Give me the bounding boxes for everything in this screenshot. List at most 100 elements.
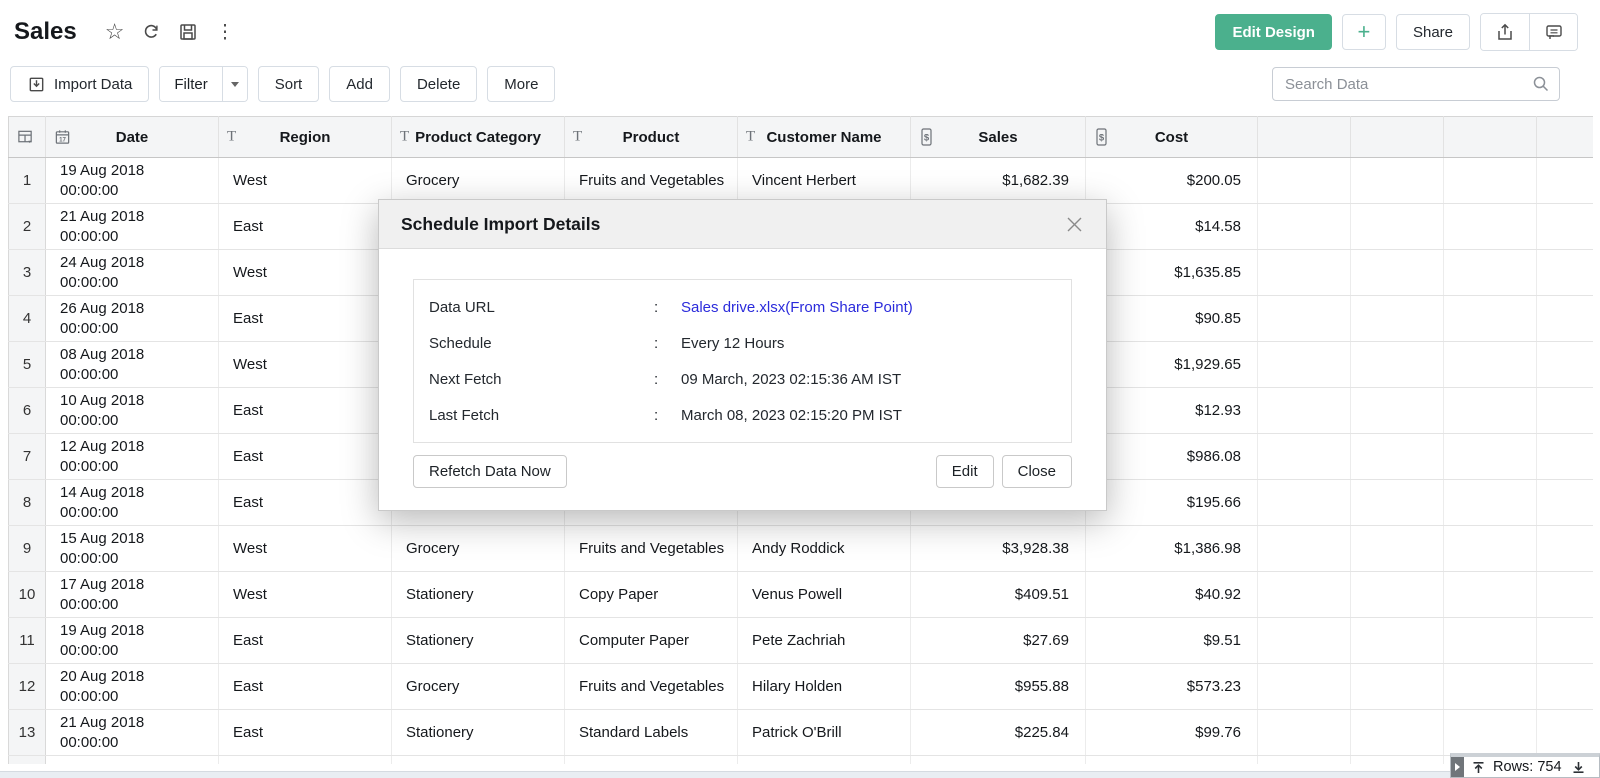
cell-empty[interactable] [1537, 250, 1594, 296]
cell-row-number[interactable]: 3 [9, 250, 46, 296]
cell-cost[interactable]: $1,386.98 [1086, 526, 1258, 572]
cell-empty[interactable] [1444, 388, 1537, 434]
cell-region[interactable]: East [219, 710, 392, 756]
cell-empty[interactable] [1351, 158, 1444, 204]
cell-date[interactable]: 21 Aug 201800:00:00 [46, 710, 219, 756]
cell-empty[interactable] [1537, 710, 1594, 756]
cell-empty[interactable] [1351, 526, 1444, 572]
cell-empty[interactable] [1537, 204, 1594, 250]
cell-empty[interactable] [565, 756, 738, 764]
comments-icon[interactable] [1529, 14, 1577, 50]
cell-region[interactable]: East [219, 434, 392, 480]
cell-empty[interactable] [1258, 756, 1351, 764]
cell-empty[interactable] [1537, 618, 1594, 664]
data-url-link[interactable]: Sales drive.xlsx(From Share Point) [681, 299, 913, 316]
column-header-empty[interactable] [1537, 117, 1594, 158]
cell-date[interactable]: 26 Aug 201800:00:00 [46, 296, 219, 342]
cell-empty[interactable] [1258, 526, 1351, 572]
cell-region[interactable]: West [219, 526, 392, 572]
cell-region[interactable]: East [219, 664, 392, 710]
cell-empty[interactable] [1444, 342, 1537, 388]
cell-date[interactable]: 14 Aug 201800:00:00 [46, 480, 219, 526]
close-button[interactable]: Close [1002, 455, 1072, 488]
cell-row-number[interactable]: 13 [9, 710, 46, 756]
cell-empty[interactable] [1444, 434, 1537, 480]
expand-panel-handle[interactable] [1451, 757, 1464, 777]
cell-sales[interactable]: $27.69 [911, 618, 1086, 664]
cell-cost[interactable]: $1,929.65 [1086, 342, 1258, 388]
cell-region[interactable]: West [219, 158, 392, 204]
cell-empty[interactable] [1086, 756, 1258, 764]
search-icon[interactable] [1532, 75, 1550, 98]
cell-empty[interactable] [1258, 342, 1351, 388]
cell-cost[interactable]: $14.58 [1086, 204, 1258, 250]
cell-product[interactable]: Computer Paper [565, 618, 738, 664]
cell-row-number[interactable]: 8 [9, 480, 46, 526]
cell-empty[interactable] [1351, 756, 1444, 764]
cell-empty[interactable] [1537, 342, 1594, 388]
cell-region[interactable]: East [219, 388, 392, 434]
cell-product[interactable]: Standard Labels [565, 710, 738, 756]
cell-cost[interactable]: $573.23 [1086, 664, 1258, 710]
column-header-sales[interactable]: $Sales [911, 117, 1086, 158]
cell-date[interactable]: 24 Aug 201800:00:00 [46, 250, 219, 296]
close-icon[interactable] [1065, 215, 1084, 234]
cell-row-number[interactable]: 9 [9, 526, 46, 572]
column-header-region[interactable]: TRegion [219, 117, 392, 158]
cell-empty[interactable] [1444, 250, 1537, 296]
cell-customer-name[interactable]: Patrick O'Brill [738, 710, 911, 756]
cell-customer-name[interactable]: Hilary Holden [738, 664, 911, 710]
save-icon[interactable] [178, 22, 198, 42]
scroll-to-top-icon[interactable] [1471, 760, 1486, 775]
cell-cost[interactable]: $99.76 [1086, 710, 1258, 756]
cell-cost[interactable]: $40.92 [1086, 572, 1258, 618]
cell-empty[interactable] [1258, 710, 1351, 756]
kebab-menu-icon[interactable]: ⋮ [215, 23, 234, 42]
cell-date[interactable]: 19 Aug 201800:00:00 [46, 158, 219, 204]
column-header-empty[interactable] [1444, 117, 1537, 158]
edit-button[interactable]: Edit [936, 455, 994, 488]
cell-date[interactable]: 10 Aug 201800:00:00 [46, 388, 219, 434]
cell-empty[interactable] [1351, 664, 1444, 710]
filter-dropdown-button[interactable] [222, 67, 247, 101]
cell-empty[interactable] [1444, 664, 1537, 710]
cell-product[interactable]: Copy Paper [565, 572, 738, 618]
cell-product-category[interactable]: Stationery [392, 710, 565, 756]
cell-empty[interactable] [1258, 664, 1351, 710]
cell-row-number[interactable]: 1 [9, 158, 46, 204]
refresh-icon[interactable] [141, 22, 161, 42]
cell-row-number[interactable] [9, 756, 46, 764]
search-input[interactable] [1272, 67, 1560, 101]
cell-row-number[interactable]: 4 [9, 296, 46, 342]
cell-cost[interactable]: $195.66 [1086, 480, 1258, 526]
cell-row-number[interactable]: 2 [9, 204, 46, 250]
cell-region[interactable]: East [219, 480, 392, 526]
cell-empty[interactable] [1537, 296, 1594, 342]
export-icon[interactable] [1481, 14, 1529, 50]
cell-empty[interactable] [911, 756, 1086, 764]
column-header-empty[interactable] [1351, 117, 1444, 158]
cell-date[interactable]: 15 Aug 201800:00:00 [46, 526, 219, 572]
cell-region[interactable]: West [219, 572, 392, 618]
cell-empty[interactable] [1537, 664, 1594, 710]
cell-row-number[interactable]: 5 [9, 342, 46, 388]
more-button[interactable]: More [487, 66, 555, 102]
cell-empty[interactable] [1444, 204, 1537, 250]
column-header-empty[interactable] [9, 117, 46, 158]
cell-empty[interactable] [1351, 618, 1444, 664]
column-header-product-category[interactable]: TProduct Category [392, 117, 565, 158]
cell-empty[interactable] [1258, 572, 1351, 618]
cell-empty[interactable] [1537, 158, 1594, 204]
cell-empty[interactable] [1351, 342, 1444, 388]
cell-customer-name[interactable]: Pete Zachriah [738, 618, 911, 664]
cell-row-number[interactable]: 10 [9, 572, 46, 618]
cell-empty[interactable] [1351, 204, 1444, 250]
column-header-date[interactable]: 17Date [46, 117, 219, 158]
cell-empty[interactable] [1351, 296, 1444, 342]
cell-region[interactable]: West [219, 342, 392, 388]
cell-customer-name[interactable]: Vincent Herbert [738, 158, 911, 204]
cell-empty[interactable] [1351, 434, 1444, 480]
cell-empty[interactable] [1444, 526, 1537, 572]
add-new-button[interactable]: + [1342, 14, 1386, 50]
cell-region[interactable]: East [219, 618, 392, 664]
